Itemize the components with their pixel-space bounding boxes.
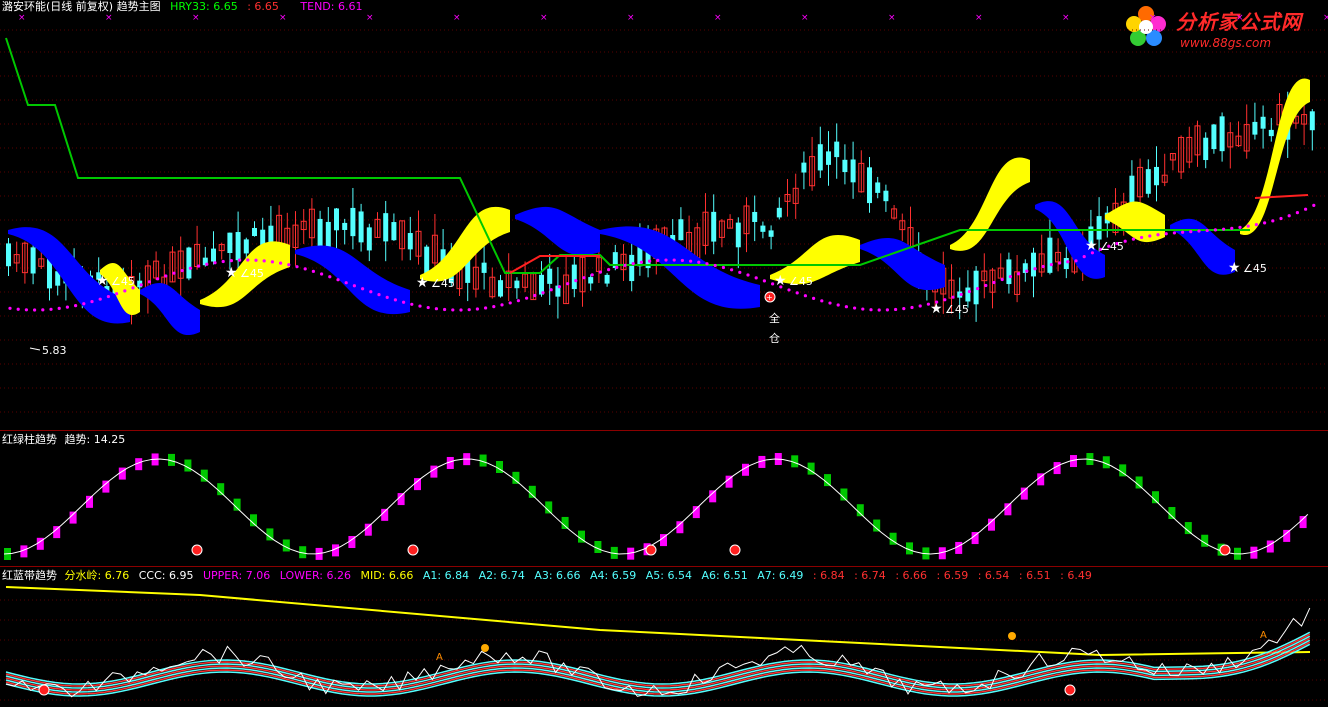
logo-title: 分析家公式网 — [1176, 10, 1302, 34]
a3-value: A3: 6.66 — [534, 569, 581, 582]
stock-title: 潞安环能(日线 前复权) 趋势主图 — [2, 0, 161, 13]
a7-value: A7: 6.49 — [757, 569, 804, 582]
tend-value: TEND: 6.61 — [300, 0, 363, 13]
main-chart-panel[interactable]: 潞安环能(日线 前复权) 趋势主图 HRY33: 6.65 : 6.65 TEN… — [0, 0, 1328, 430]
r3-value: : 6.66 — [895, 569, 928, 582]
trend-title: 红绿柱趋势 — [2, 433, 57, 446]
full-position-label-1: 全 — [769, 312, 780, 325]
logo-url: www.88gs.com — [1180, 36, 1272, 50]
low-price-marker: 5.83 — [42, 344, 67, 357]
trend-value: 趋势: 14.25 — [64, 433, 126, 446]
trend-header: 红绿柱趋势 趋势: 14.25 — [2, 433, 131, 446]
r1-value: : 6.84 — [812, 569, 845, 582]
band-header: 红蓝带趋势 分水岭: 6.76 CCC: 6.95 UPPER: 7.06 LO… — [2, 569, 1098, 582]
upper-value: UPPER: 7.06 — [202, 569, 271, 582]
a1-value: A1: 6.84 — [422, 569, 470, 582]
trend-panel[interactable]: 红绿柱趋势 趋势: 14.25 — [0, 431, 1328, 566]
main-chart-header: 潞安环能(日线 前复权) 趋势主图 HRY33: 6.65 : 6.65 TEN… — [2, 0, 368, 13]
r6-value: : 6.51 — [1018, 569, 1051, 582]
site-logo: 分析家公式网 www.88gs.com — [1120, 2, 1320, 52]
flower-logo-icon — [1126, 6, 1166, 46]
lower-value: LOWER: 6.26 — [279, 569, 351, 582]
r5-value: : 6.54 — [977, 569, 1010, 582]
mid-value: MID: 6.66 — [360, 569, 414, 582]
hry33-value: HRY33: 6.65 — [170, 0, 238, 13]
r7-value: : 6.49 — [1060, 569, 1092, 582]
band-panel[interactable]: 红蓝带趋势 分水岭: 6.76 CCC: 6.95 UPPER: 7.06 LO… — [0, 567, 1328, 707]
band-title: 红蓝带趋势 — [2, 569, 57, 582]
full-position-label-2: 仓 — [769, 332, 780, 345]
a2-value: A2: 6.74 — [478, 569, 525, 582]
ccc-value: CCC: 6.95 — [138, 569, 194, 582]
r2-value: : 6.74 — [854, 569, 886, 582]
a6-value: A6: 6.51 — [701, 569, 748, 582]
fenshuiling-value: 分水岭: 6.76 — [64, 569, 130, 582]
a5-value: A5: 6.54 — [645, 569, 692, 582]
a4-value: A4: 6.59 — [590, 569, 637, 582]
hry33-value-2: : 6.65 — [247, 0, 279, 13]
r4-value: : 6.59 — [936, 569, 969, 582]
